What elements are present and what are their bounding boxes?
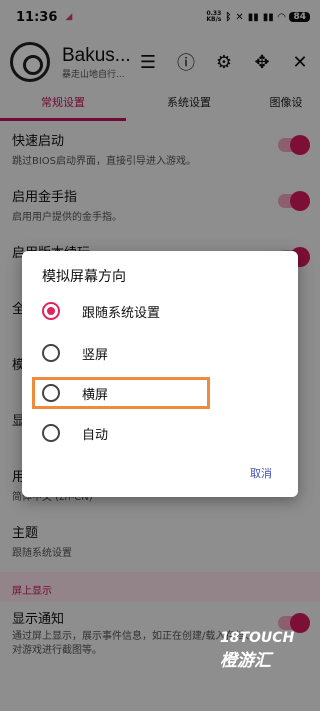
option-label: 竖屏 (82, 347, 109, 363)
watermark-line2: 橙游汇 (220, 651, 271, 671)
radio-selected-icon[interactable] (42, 302, 60, 320)
radio-icon[interactable] (42, 344, 60, 362)
radio-icon[interactable] (42, 424, 60, 442)
option-label: 跟随系统设置 (82, 305, 161, 321)
option-portrait[interactable]: 竖屏 (42, 337, 282, 369)
option-auto[interactable]: 自动 (42, 417, 282, 449)
watermark-line1: 18TOUCH (220, 630, 295, 646)
option-label: 自动 (82, 427, 109, 443)
cancel-button[interactable]: 取消 (250, 465, 272, 481)
highlight-box (32, 377, 210, 409)
option-follow-system[interactable]: 跟随系统设置 (42, 295, 282, 327)
orientation-dialog: 模拟屏幕方向 跟随系统设置 竖屏 横屏 自动 取消 (22, 251, 298, 497)
watermark: 18TOUCH 橙游汇 (220, 630, 314, 671)
dialog-title: 模拟屏幕方向 (42, 269, 126, 285)
